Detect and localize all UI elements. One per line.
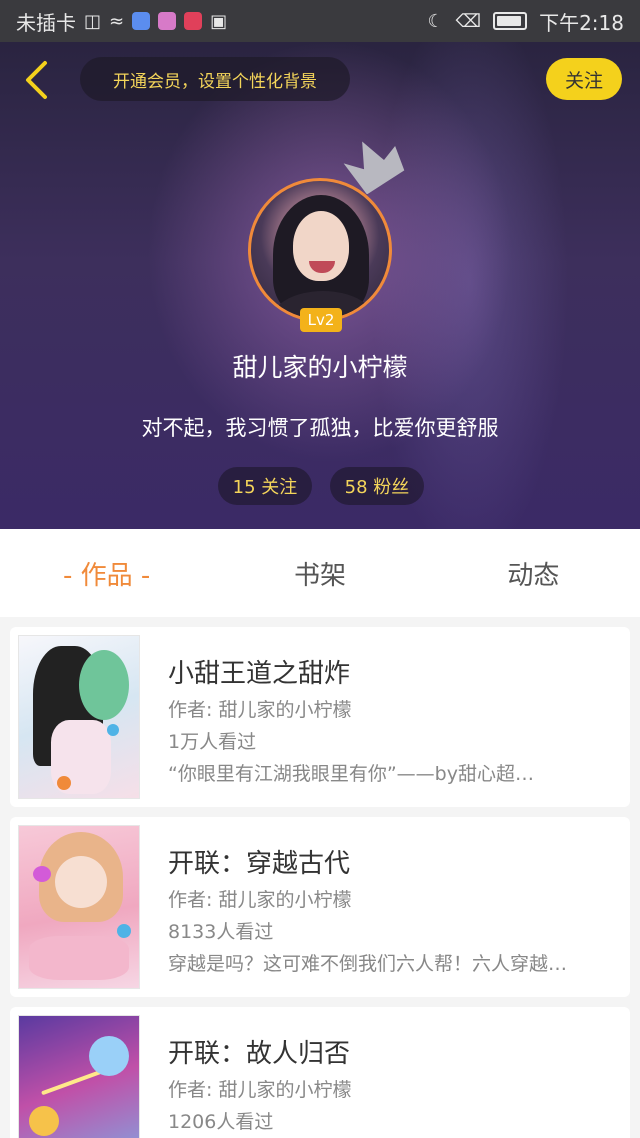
work-author: 作者: 甜儿家的小柠檬 [168, 699, 352, 721]
book-cover[interactable] [18, 825, 140, 989]
list-item[interactable]: 开联：故人归否 作者: 甜儿家的小柠檬 1206人看过 [10, 1007, 630, 1138]
followers-label: 58 粉丝 [344, 477, 410, 498]
work-title: 开联：穿越古代 [168, 849, 351, 879]
back-arrow-icon [26, 61, 47, 99]
bell-off-icon: ⌫ [455, 10, 482, 32]
profile-tabs: - 作品 - 书架 动态 [0, 529, 640, 617]
app-notification-icon [158, 12, 177, 30]
vip-prompt-label: 开通会员，设置个性化背景 [113, 71, 317, 92]
clock: 下午2:18 [539, 10, 624, 35]
profile-header: 开通会员，设置个性化背景 关注 Lv2 甜儿家的小柠檬 对不起，我习惯了孤独，比… [0, 42, 640, 529]
level-badge: Lv2 [300, 308, 342, 332]
follow-label: 关注 [564, 69, 603, 92]
following-label: 15 关注 [232, 477, 298, 498]
wifi-icon: ≈ [109, 10, 125, 32]
battery-icon [493, 12, 528, 30]
lock-icon: ▣ [210, 10, 228, 32]
moon-icon: ☾ [427, 10, 444, 32]
work-views: 1万人看过 [168, 731, 257, 753]
sim-alert-icon: ◫ [84, 10, 102, 32]
app-notification-icon [132, 12, 151, 30]
tab-works[interactable]: - 作品 - [0, 555, 213, 592]
work-description: “你眼里有江湖我眼里有你”——by甜心超… [168, 763, 534, 785]
carrier-label: 未插卡 [16, 10, 76, 35]
list-item[interactable]: 开联：穿越古代 作者: 甜儿家的小柠檬 8133人看过 穿越是吗？这可难不倒我们… [10, 817, 630, 997]
work-views: 8133人看过 [168, 921, 274, 943]
work-author: 作者: 甜儿家的小柠檬 [168, 1079, 352, 1101]
level-label: Lv2 [307, 311, 335, 329]
work-title: 开联：故人归否 [168, 1039, 351, 1069]
follow-button[interactable]: 关注 [546, 58, 622, 100]
followers-count[interactable]: 58 粉丝 [330, 467, 424, 505]
work-title: 小甜王道之甜炸 [168, 659, 351, 689]
signature: 对不起，我习惯了孤独，比爱你更舒服 [141, 416, 499, 440]
work-author: 作者: 甜儿家的小柠檬 [168, 889, 352, 911]
book-cover[interactable] [18, 1015, 140, 1138]
avatar[interactable] [248, 178, 392, 322]
back-button[interactable] [18, 60, 54, 100]
book-cover[interactable] [18, 635, 140, 799]
following-count[interactable]: 15 关注 [218, 467, 312, 505]
tab-bookshelf[interactable]: 书架 [213, 555, 426, 592]
app-notification-icon [184, 12, 203, 30]
list-item[interactable]: 小甜王道之甜炸 作者: 甜儿家的小柠檬 1万人看过 “你眼里有江湖我眼里有你”—… [10, 627, 630, 807]
work-views: 1206人看过 [168, 1111, 274, 1133]
nickname: 甜儿家的小柠檬 [232, 353, 408, 382]
status-bar: 未插卡 ◫ ≈ ▣ ☾ ⌫ 下午2:18 [0, 0, 640, 42]
vip-background-prompt[interactable]: 开通会员，设置个性化背景 [80, 57, 350, 101]
tab-activity[interactable]: 动态 [427, 555, 640, 592]
work-description: 穿越是吗？这可难不倒我们六人帮！六人穿越… [168, 953, 568, 975]
